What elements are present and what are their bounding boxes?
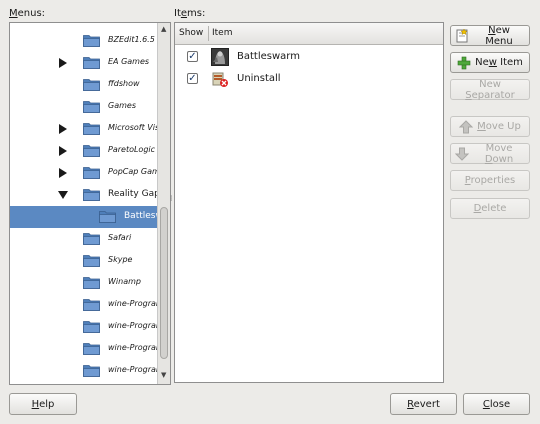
items-label: Items: [174, 8, 206, 19]
tree-row-label: ParetoLogic [108, 145, 156, 154]
menus-tree[interactable]: BZEdit1.6.5 EA Games ffdshow Games Microsoft… [9, 22, 171, 385]
tree-row-label: Games [108, 101, 136, 110]
expander-collapsed-icon[interactable] [58, 146, 68, 156]
tree-row[interactable]: EA Games [10, 52, 158, 74]
tree-row-label: PopCap Games [108, 167, 158, 176]
tree-row-label: wine-Programs-V [108, 343, 158, 352]
scroll-down-arrow-icon[interactable]: ▼ [161, 371, 166, 379]
tree-row[interactable]: Safari [10, 228, 158, 250]
expander-collapsed-icon[interactable] [58, 124, 68, 134]
folder-icon [83, 122, 100, 135]
uninstall-icon [211, 70, 229, 88]
tree-row-label: Battleswa [124, 211, 158, 221]
menus-label: Menus: [9, 8, 46, 19]
revert-button[interactable]: Revert [390, 393, 457, 415]
tree-row-label: Safari [108, 233, 132, 242]
items-header: Show Item [175, 23, 443, 45]
tree-row[interactable]: Winamp [10, 272, 158, 294]
item-row[interactable]: ✓ Uninstall [175, 68, 443, 90]
tree-row[interactable]: Reality Gap [10, 184, 158, 206]
item-row[interactable]: ✓ Battleswarm [175, 46, 443, 68]
battleswarm-icon [211, 48, 229, 66]
column-header-item[interactable]: Item [208, 23, 233, 44]
tree-row[interactable]: Skype [10, 250, 158, 272]
tree-row[interactable]: PopCap Games [10, 162, 158, 184]
folder-icon [83, 188, 100, 201]
tree-row[interactable]: Battleswa [10, 206, 158, 228]
tree-row-label: wine-Programs-X [108, 365, 158, 374]
folder-icon [83, 144, 100, 157]
arrow-down-icon [455, 147, 469, 161]
move-up-button[interactable]: Move Up [450, 116, 530, 137]
scroll-up-arrow-icon[interactable]: ▲ [161, 25, 166, 33]
column-header-show[interactable]: Show [175, 23, 208, 44]
tree-row-label: ffdshow [108, 79, 140, 88]
folder-icon [83, 34, 100, 47]
tree-row-label: Reality Gap [108, 189, 158, 199]
help-button[interactable]: Help [9, 393, 77, 415]
new-separator-button[interactable]: New Separator [450, 79, 530, 101]
tree-row[interactable]: ParetoLogic [10, 140, 158, 162]
move-down-button[interactable]: Move Down [450, 143, 530, 165]
expander-expanded-icon[interactable] [58, 190, 68, 200]
new-menu-button[interactable]: New Menu [450, 25, 530, 47]
folder-icon [83, 78, 100, 91]
tree-row[interactable]: ffdshow [10, 74, 158, 96]
menus-tree-scrollbar[interactable]: ▲ ▼ [157, 23, 170, 384]
tree-row[interactable]: wine-Programs-... [10, 294, 158, 316]
properties-button[interactable]: Properties [450, 170, 530, 191]
new-menu-icon [455, 28, 469, 43]
expander-collapsed-icon[interactable] [58, 168, 68, 178]
folder-icon [83, 320, 100, 333]
tree-row-label: wine-Programs-... [108, 299, 158, 308]
tree-row[interactable]: wine-Programs-T [10, 316, 158, 338]
new-item-button[interactable]: New Item [450, 52, 530, 73]
folder-icon [83, 276, 100, 289]
folder-icon [83, 342, 100, 355]
delete-button[interactable]: Delete [450, 198, 530, 219]
expander-collapsed-icon[interactable] [58, 58, 68, 68]
item-label: Battleswarm [237, 51, 300, 62]
tree-row-label: Microsoft Visual S [108, 123, 158, 132]
folder-icon [99, 210, 116, 223]
folder-icon [83, 100, 100, 113]
folder-icon [83, 364, 100, 377]
tree-row-label: wine-Programs-T [108, 321, 158, 330]
tree-row[interactable]: wine-Programs-V [10, 338, 158, 360]
tree-row[interactable]: BZEdit1.6.5 [10, 30, 158, 52]
folder-icon [83, 254, 100, 267]
folder-icon [83, 166, 100, 179]
tree-row-label: Winamp [108, 277, 141, 286]
close-button[interactable]: Close [463, 393, 530, 415]
show-checkbox[interactable]: ✓ [187, 51, 198, 62]
tree-row-label: Skype [108, 255, 133, 264]
new-item-icon [457, 56, 471, 70]
folder-icon [83, 298, 100, 311]
tree-row-label: EA Games [108, 57, 150, 66]
item-label: Uninstall [237, 73, 281, 84]
show-checkbox[interactable]: ✓ [187, 73, 198, 84]
tree-row[interactable]: wine-Programs-X [10, 360, 158, 382]
arrow-up-icon [459, 119, 474, 134]
scroll-thumb[interactable] [160, 207, 168, 359]
tree-row[interactable]: Games [10, 96, 158, 118]
pane-splitter[interactable] [169, 193, 173, 201]
folder-icon [83, 232, 100, 245]
items-list[interactable]: Show Item ✓ Battleswarm ✓ Uninstall [174, 22, 444, 383]
folder-icon [83, 56, 100, 69]
tree-row[interactable]: Microsoft Visual S [10, 118, 158, 140]
tree-row-label: BZEdit1.6.5 [108, 35, 155, 44]
